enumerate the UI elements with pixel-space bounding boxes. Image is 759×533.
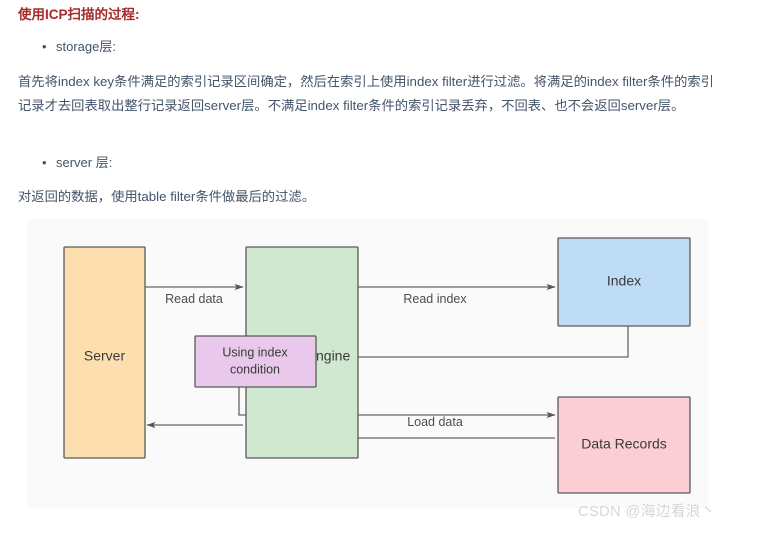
list-item-label: server 层: [56, 155, 113, 170]
list-item-label: storage层: [56, 39, 116, 54]
icp-flow-diagram: Read data Read index Load data Server En… [27, 219, 708, 508]
edge-index-to-using-index-condition [315, 326, 629, 361]
node-index-label: Index [607, 273, 641, 289]
edge-label-read-data: Read data [165, 292, 223, 306]
list-item: • server 层: [42, 152, 112, 171]
node-server[interactable]: Server [63, 246, 146, 459]
list-item: • storage层: [42, 36, 116, 55]
page-title: 使用ICP扫描的过程: [18, 7, 140, 22]
csdn-watermark: CSDN @海边看浪丶 [578, 504, 716, 520]
diagram-canvas: Read data Read index Load data Server En… [63, 237, 691, 494]
edge-read-data: Read data [145, 283, 244, 306]
node-index[interactable]: Index [557, 237, 691, 327]
bullet-marker: • [42, 155, 47, 170]
bullet-marker: • [42, 39, 47, 54]
paragraph-server-layer: 对返回的数据，使用table filter条件做最后的过滤。 [18, 189, 315, 204]
node-using-index-condition[interactable]: Using index condition [194, 335, 317, 388]
edge-label-load-data: Load data [407, 415, 463, 429]
node-data-records-label: Data Records [581, 436, 667, 452]
node-data-records[interactable]: Data Records [557, 396, 691, 494]
node-using-index-condition-label-line1: Using index [222, 345, 288, 359]
node-server-label: Server [84, 348, 126, 364]
paragraph-storage-layer: 首先将index key条件满足的索引记录区间确定，然后在索引上使用index … [18, 74, 714, 113]
node-using-index-condition-label-line2: condition [230, 362, 280, 376]
edge-label-read-index: Read index [403, 292, 467, 306]
